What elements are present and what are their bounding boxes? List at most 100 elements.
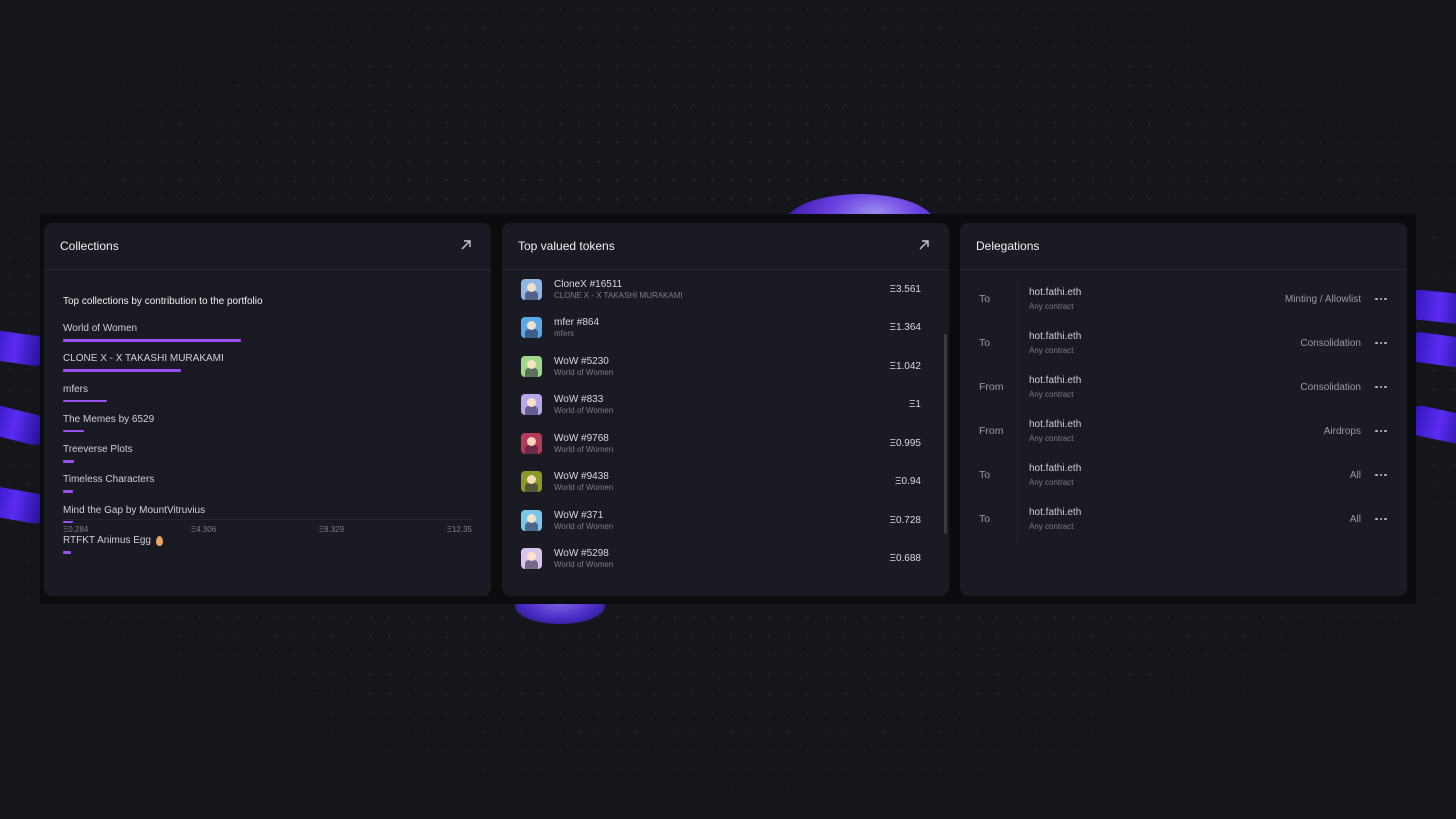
collections-card: Collections Top collections by contribut… bbox=[44, 223, 491, 596]
collection-bar bbox=[63, 369, 181, 372]
delegation-address: hot.fathi.eth bbox=[1029, 375, 1082, 386]
collection-bar bbox=[63, 399, 108, 403]
collection-label: World of Women bbox=[63, 323, 472, 334]
axis-tick-label: Ξ4.306 bbox=[190, 525, 217, 534]
token-collection: World of Women bbox=[554, 444, 614, 454]
collection-row[interactable]: Treeverse Plots bbox=[63, 444, 472, 474]
collection-label: RTFKT Animus Egg bbox=[63, 535, 472, 546]
delegations-card: Delegations To hot.fathi.eth Any contract M… bbox=[960, 223, 1407, 596]
delegation-address: hot.fathi.eth bbox=[1029, 331, 1082, 342]
delegation-row[interactable]: To hot.fathi.eth Any contract All bbox=[960, 455, 1407, 499]
delegation-contract: Any contract bbox=[1029, 302, 1074, 311]
tokens-title: Top valued tokens bbox=[518, 239, 615, 253]
collection-label: Treeverse Plots bbox=[63, 444, 472, 455]
token-value: Ξ1 bbox=[908, 399, 921, 411]
collections-title: Collections bbox=[60, 239, 119, 253]
collection-row[interactable]: World of Women bbox=[63, 323, 472, 353]
collection-name: The Memes by 6529 bbox=[63, 413, 155, 425]
more-options-icon[interactable] bbox=[1375, 512, 1389, 526]
delegation-row[interactable]: To hot.fathi.eth Any contract Minting / All… bbox=[960, 279, 1407, 323]
token-info: WoW #5230 World of Women bbox=[554, 356, 889, 377]
delegation-type: Consolidation bbox=[1300, 382, 1361, 393]
delegation-info: hot.fathi.eth Any contract bbox=[1018, 455, 1350, 487]
delegation-type: Airdrops bbox=[1323, 426, 1361, 437]
token-avatar bbox=[521, 509, 542, 531]
collection-name: Treeverse Plots bbox=[63, 444, 133, 456]
token-info: WoW #5298 World of Women bbox=[554, 548, 889, 569]
delegations-title: Delegations bbox=[976, 239, 1040, 253]
more-options-icon[interactable] bbox=[1375, 292, 1389, 306]
tokens-scrollbar[interactable] bbox=[943, 270, 947, 596]
collection-row[interactable]: CLONE X - X TAKASHI MURAKAMI bbox=[63, 353, 472, 383]
more-options-icon[interactable] bbox=[1375, 380, 1389, 394]
delegation-row[interactable]: From hot.fathi.eth Any contract Consolidati… bbox=[960, 367, 1407, 411]
token-avatar bbox=[521, 355, 542, 377]
collection-label: CLONE X - X TAKASHI MURAKAMI bbox=[63, 353, 472, 364]
delegation-contract: Any contract bbox=[1029, 434, 1074, 443]
delegation-direction: To bbox=[960, 279, 1018, 323]
collection-row[interactable]: RTFKT Animus Egg bbox=[63, 535, 472, 565]
token-avatar bbox=[521, 432, 542, 454]
token-avatar bbox=[521, 278, 542, 300]
collections-header: Collections bbox=[44, 223, 491, 270]
collection-bar bbox=[63, 490, 74, 493]
collection-label: mfers bbox=[63, 384, 472, 395]
expand-arrow-icon[interactable] bbox=[917, 238, 933, 254]
token-info: WoW #9768 World of Women bbox=[554, 433, 889, 454]
token-value: Ξ0.728 bbox=[889, 514, 921, 526]
delegation-row[interactable]: From hot.fathi.eth Any contract Airdrops bbox=[960, 411, 1407, 455]
axis-tick-label: Ξ12.35 bbox=[446, 525, 472, 534]
token-name: WoW #371 bbox=[554, 509, 604, 521]
token-row[interactable]: WoW #5298 World of Women Ξ0.688 bbox=[502, 540, 943, 579]
collection-row[interactable]: Timeless Characters bbox=[63, 474, 472, 504]
delegation-row[interactable]: To hot.fathi.eth Any contract All bbox=[960, 499, 1407, 543]
dashboard-frame: Collections Top collections by contribut… bbox=[40, 214, 1416, 604]
delegation-row[interactable]: To hot.fathi.eth Any contract Consolidation bbox=[960, 323, 1407, 367]
delegation-address: hot.fathi.eth bbox=[1029, 463, 1082, 474]
delegation-type: All bbox=[1349, 514, 1361, 525]
token-row[interactable]: WoW #9438 World of Women Ξ0.94 bbox=[502, 463, 943, 502]
delegation-direction: From bbox=[960, 367, 1018, 411]
delegation-contract: Any contract bbox=[1029, 478, 1074, 487]
token-row[interactable]: WoW #9768 World of Women Ξ0.995 bbox=[502, 424, 943, 463]
delegation-direction: To bbox=[960, 499, 1018, 543]
token-avatar bbox=[521, 317, 542, 339]
token-info: mfer #864 mfers bbox=[554, 317, 889, 338]
chart-subtitle: Top collections by contribution to the p… bbox=[63, 296, 263, 307]
token-row[interactable]: mfer #864 mfers Ξ1.364 bbox=[502, 309, 943, 348]
token-name: WoW #9768 bbox=[554, 432, 609, 444]
more-options-icon[interactable] bbox=[1375, 468, 1389, 482]
delegation-info: hot.fathi.eth Any contract bbox=[1018, 323, 1300, 355]
expand-arrow-icon[interactable] bbox=[459, 238, 475, 254]
delegations-header: Delegations bbox=[960, 223, 1407, 270]
token-row[interactable]: WoW #371 World of Women Ξ0.728 bbox=[502, 501, 943, 540]
more-options-icon[interactable] bbox=[1375, 424, 1389, 438]
egg-icon bbox=[156, 535, 163, 546]
tokens-list: CloneX #16511 CLONE X - X TAKASHI MURAKAM… bbox=[502, 270, 943, 596]
collection-name: CLONE X - X TAKASHI MURAKAMI bbox=[63, 353, 224, 365]
collection-label: Timeless Characters bbox=[63, 474, 472, 485]
collection-name: RTFKT Animus Egg bbox=[63, 535, 151, 547]
token-value: Ξ3.561 bbox=[889, 283, 921, 295]
more-options-icon[interactable] bbox=[1375, 336, 1389, 350]
axis-tick-label: Ξ8.329 bbox=[318, 525, 345, 534]
scrollbar-thumb[interactable] bbox=[944, 334, 947, 534]
delegation-info: hot.fathi.eth Any contract bbox=[1018, 411, 1324, 443]
collection-row[interactable]: mfers bbox=[63, 384, 472, 414]
token-collection: World of Women bbox=[554, 406, 614, 416]
delegation-info: hot.fathi.eth Any contract bbox=[1018, 367, 1300, 399]
token-row[interactable]: CloneX #16511 CLONE X - X TAKASHI MURAKAM… bbox=[502, 270, 943, 309]
token-row[interactable]: WoW #833 World of Women Ξ1 bbox=[502, 386, 943, 425]
collection-label: The Memes by 6529 bbox=[63, 414, 472, 425]
collection-name: mfers bbox=[63, 383, 88, 395]
token-info: WoW #371 World of Women bbox=[554, 510, 889, 531]
token-collection: World of Women bbox=[554, 521, 614, 531]
collection-name: Timeless Characters bbox=[63, 474, 155, 486]
token-collection: CLONE X - X TAKASHI MURAKAMI bbox=[554, 290, 683, 300]
token-value: Ξ0.94 bbox=[895, 476, 921, 488]
token-collection: mfers bbox=[554, 329, 574, 339]
collection-row[interactable]: The Memes by 6529 bbox=[63, 414, 472, 444]
token-row[interactable]: WoW #5230 World of Women Ξ1.042 bbox=[502, 347, 943, 386]
token-name: WoW #9438 bbox=[554, 471, 609, 483]
token-name: WoW #5230 bbox=[554, 355, 609, 367]
